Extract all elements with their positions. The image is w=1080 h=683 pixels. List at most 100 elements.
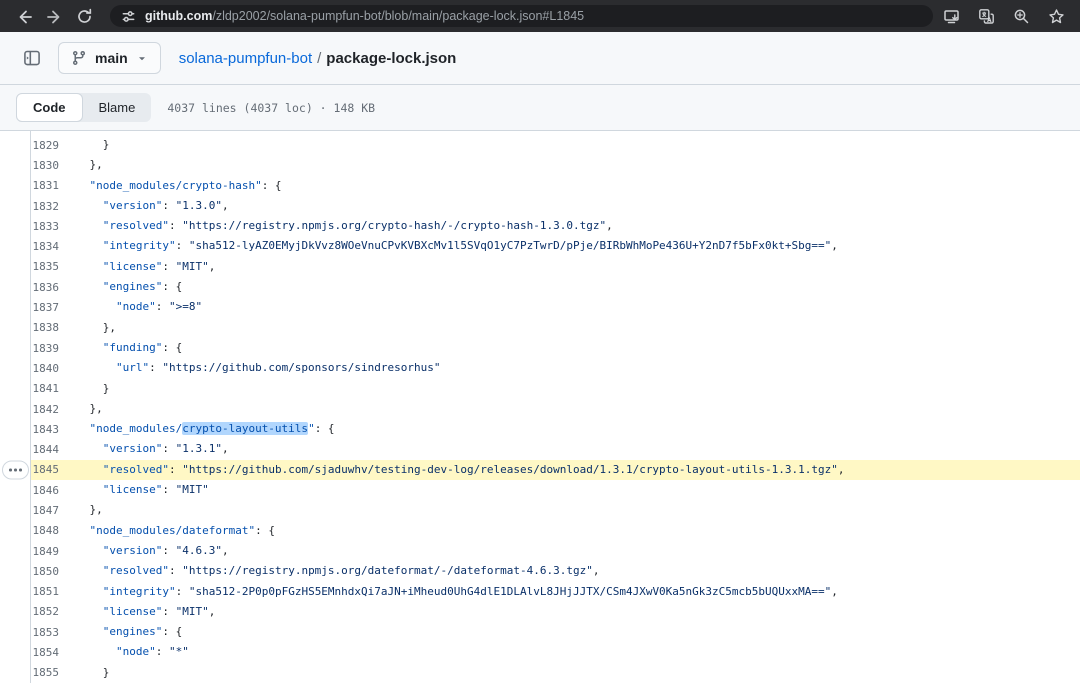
code-row: 1842 },: [31, 399, 1080, 419]
line-number[interactable]: 1842: [31, 403, 59, 416]
breadcrumb-repo-link[interactable]: solana-pumpfun-bot: [179, 50, 312, 67]
code-line-text: "resolved": "https://registry.npmjs.org/…: [63, 561, 599, 581]
line-number[interactable]: 1854: [31, 646, 59, 659]
save-page-icon[interactable]: [939, 4, 963, 28]
code-line-text: "node_modules/crypto-layout-utils": {: [63, 419, 335, 439]
url-path: /zldp2002/solana-pumpfun-bot/blob/main/p…: [212, 9, 584, 23]
code-line-text: "license": "MIT",: [63, 257, 215, 277]
line-number[interactable]: 1847: [31, 504, 59, 517]
line-number[interactable]: 1836: [31, 281, 59, 294]
breadcrumb: solana-pumpfun-bot / package-lock.json: [179, 50, 457, 67]
line-number[interactable]: 1852: [31, 605, 59, 618]
code-line-text: "node": "*": [63, 642, 189, 662]
code-line-text: "license": "MIT",: [63, 602, 215, 622]
code-row: 1834 "integrity": "sha512-lyAZ0EMyjDkVvz…: [31, 236, 1080, 256]
code-line-text: },: [63, 500, 103, 520]
tab-code[interactable]: Code: [16, 93, 83, 122]
code-row: 1846 "license": "MIT": [31, 480, 1080, 500]
line-number[interactable]: 1848: [31, 524, 59, 537]
code-line-text: },: [63, 155, 103, 175]
code-line-text: "license": "MIT": [63, 480, 209, 500]
code-row: 1853 "engines": {: [31, 622, 1080, 642]
code-row: 1835 "license": "MIT",: [31, 257, 1080, 277]
code-line-text: "node_modules/dateformat": {: [63, 521, 275, 541]
url-host: github.com: [145, 9, 212, 23]
line-number[interactable]: 1829: [31, 139, 59, 152]
code-line-text: "engines": {: [63, 622, 182, 642]
code-row: 1833 "resolved": "https://registry.npmjs…: [31, 216, 1080, 236]
code-row: 1839 "funding": {: [31, 338, 1080, 358]
code-row: 1836 "engines": {: [31, 277, 1080, 297]
branch-name: main: [95, 50, 128, 66]
line-number[interactable]: 1849: [31, 545, 59, 558]
code-line-text: "url": "https://github.com/sponsors/sind…: [63, 358, 441, 378]
code-line-text: "version": "1.3.0",: [63, 196, 229, 216]
file-tree-toggle-button[interactable]: [16, 42, 48, 74]
line-number[interactable]: 1844: [31, 443, 59, 456]
code-row: 1838 },: [31, 318, 1080, 338]
site-settings-icon[interactable]: [121, 9, 136, 24]
reload-icon[interactable]: [72, 4, 96, 28]
code-row: 1852 "license": "MIT",: [31, 602, 1080, 622]
line-number[interactable]: 1853: [31, 626, 59, 639]
code-line-text: "version": "4.6.3",: [63, 541, 229, 561]
line-number[interactable]: 1838: [31, 321, 59, 334]
line-number[interactable]: 1835: [31, 260, 59, 273]
line-number[interactable]: 1830: [31, 159, 59, 172]
breadcrumb-filename: package-lock.json: [326, 50, 456, 67]
code-line-text: "integrity": "sha512-2P0p0pFGzHS5EMnhdxQ…: [63, 582, 838, 602]
code-row: 1847 },: [31, 500, 1080, 520]
branch-selector[interactable]: main: [58, 42, 161, 74]
zoom-icon[interactable]: [1009, 4, 1033, 28]
code-row: 1837 "node": ">=8": [31, 297, 1080, 317]
file-toolbar: Code Blame 4037 lines (4037 loc) · 148 K…: [0, 85, 1080, 131]
browser-actions: [939, 4, 1068, 28]
breadcrumb-separator: /: [317, 50, 321, 67]
browser-toolbar: github.com/zldp2002/solana-pumpfun-bot/b…: [0, 0, 1080, 32]
code-line-text: "version": "1.3.1",: [63, 439, 229, 459]
code-row: 1830 },: [31, 155, 1080, 175]
code-row: 1850 "resolved": "https://registry.npmjs…: [31, 561, 1080, 581]
line-number[interactable]: 1841: [31, 382, 59, 395]
line-number[interactable]: 1843: [31, 423, 59, 436]
code-line-text: }: [63, 379, 109, 399]
line-number[interactable]: 1834: [31, 240, 59, 253]
code-row: 1851 "integrity": "sha512-2P0p0pFGzHS5EM…: [31, 582, 1080, 602]
code-row: 1848 "node_modules/dateformat": {: [31, 521, 1080, 541]
line-number[interactable]: 1846: [31, 484, 59, 497]
code-lines: 1829 }1830 },1831 "node_modules/crypto-h…: [30, 131, 1080, 683]
back-icon[interactable]: [12, 4, 36, 28]
line-number[interactable]: 1850: [31, 565, 59, 578]
bookmark-star-icon[interactable]: [1044, 4, 1068, 28]
line-number[interactable]: 1855: [31, 666, 59, 679]
code-row: 1844 "version": "1.3.1",: [31, 439, 1080, 459]
code-row: 1831 "node_modules/crypto-hash": {: [31, 176, 1080, 196]
line-number[interactable]: 1832: [31, 200, 59, 213]
code-row: 1855 }: [31, 663, 1080, 683]
translate-icon[interactable]: [974, 4, 998, 28]
tab-blame[interactable]: Blame: [83, 93, 152, 122]
line-number[interactable]: 1851: [31, 585, 59, 598]
address-bar[interactable]: github.com/zldp2002/solana-pumpfun-bot/b…: [110, 5, 933, 27]
line-options-kebab-icon[interactable]: [2, 460, 29, 479]
code-row: 1849 "version": "4.6.3",: [31, 541, 1080, 561]
code-line-text: }: [63, 663, 109, 683]
line-number[interactable]: 1840: [31, 362, 59, 375]
code-row: 1841 }: [31, 379, 1080, 399]
code-row: 1829 }: [31, 135, 1080, 155]
code-row: 1854 "node": "*": [31, 642, 1080, 662]
line-number[interactable]: 1837: [31, 301, 59, 314]
code-line-text: "engines": {: [63, 277, 182, 297]
code-blame-switcher: Code Blame: [16, 93, 151, 122]
line-number[interactable]: 1831: [31, 179, 59, 192]
code-line-text: "node": ">=8": [63, 297, 202, 317]
forward-icon[interactable]: [42, 4, 66, 28]
code-row: 1832 "version": "1.3.0",: [31, 196, 1080, 216]
line-number[interactable]: 1845: [31, 463, 59, 476]
code-line-text: },: [63, 318, 116, 338]
line-number[interactable]: 1839: [31, 342, 59, 355]
sidebar-expand-icon: [23, 49, 41, 67]
line-number[interactable]: 1833: [31, 220, 59, 233]
code-row: 1843 "node_modules/crypto-layout-utils":…: [31, 419, 1080, 439]
code-row: 1840 "url": "https://github.com/sponsors…: [31, 358, 1080, 378]
